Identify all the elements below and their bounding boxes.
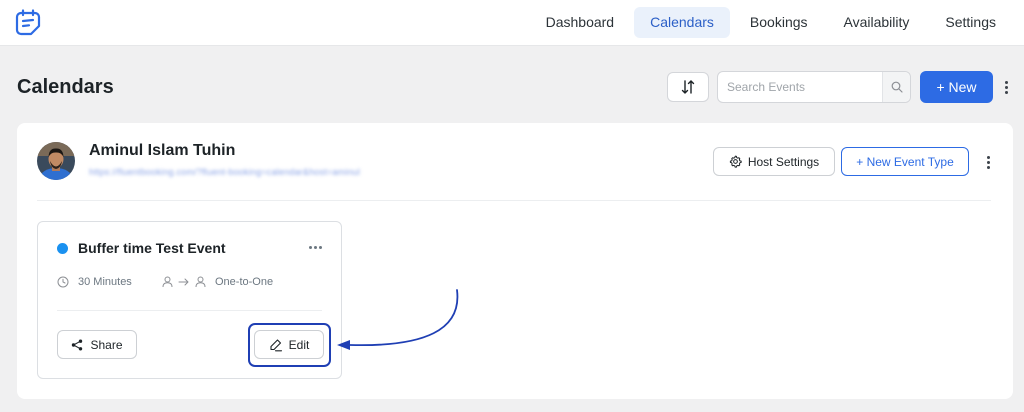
event-title[interactable]: Buffer time Test Event [78,240,226,256]
new-calendar-button[interactable]: + New [920,71,993,103]
sort-icon [681,80,695,94]
nav-bookings[interactable]: Bookings [734,7,824,38]
user-icon [162,276,173,288]
host-name: Aminul Islam Tuhin [89,142,236,159]
user-icon [195,276,206,288]
search-button[interactable] [882,72,910,102]
top-navigation-bar: Dashboard Calendars Bookings Availabilit… [0,0,1024,46]
edit-button[interactable]: Edit [254,330,324,359]
new-event-type-button[interactable]: + New Event Type [841,147,969,176]
search-icon [891,81,903,93]
main-nav: Dashboard Calendars Bookings Availabilit… [530,7,1012,38]
host-settings-label: Host Settings [747,154,820,169]
host-booking-link[interactable]: https://fluentbooking.com/?fluent-bookin… [89,167,360,177]
pencil-icon [270,338,282,351]
event-duration: 30 Minutes [57,276,132,288]
arrow-right-icon [178,278,189,286]
page-title: Calendars [17,76,114,98]
search-box [717,71,911,103]
annotation-arrow [337,289,459,350]
event-type: One-to-One [162,276,273,288]
avatar [37,142,75,180]
event-type-label: One-to-One [215,276,274,288]
ellipsis-icon[interactable] [309,246,322,249]
divider [57,310,322,311]
share-icon [72,339,83,350]
header-kebab-icon[interactable] [1001,81,1011,94]
edit-label: Edit [288,337,310,352]
nav-dashboard[interactable]: Dashboard [530,7,631,38]
clock-icon [57,276,69,288]
nav-calendars[interactable]: Calendars [634,7,730,38]
share-label: Share [90,337,123,352]
host-settings-button[interactable]: Host Settings [713,147,835,176]
nav-availability[interactable]: Availability [828,7,926,38]
app-logo-icon[interactable] [14,9,44,37]
event-color-dot [57,243,68,254]
calendar-kebab-icon[interactable] [983,156,993,169]
gear-icon [729,155,742,168]
sort-button[interactable] [667,72,709,102]
divider [37,200,991,201]
search-input[interactable] [718,72,882,102]
nav-settings[interactable]: Settings [929,7,1012,38]
share-button[interactable]: Share [57,330,137,359]
event-duration-label: 30 Minutes [78,276,132,288]
